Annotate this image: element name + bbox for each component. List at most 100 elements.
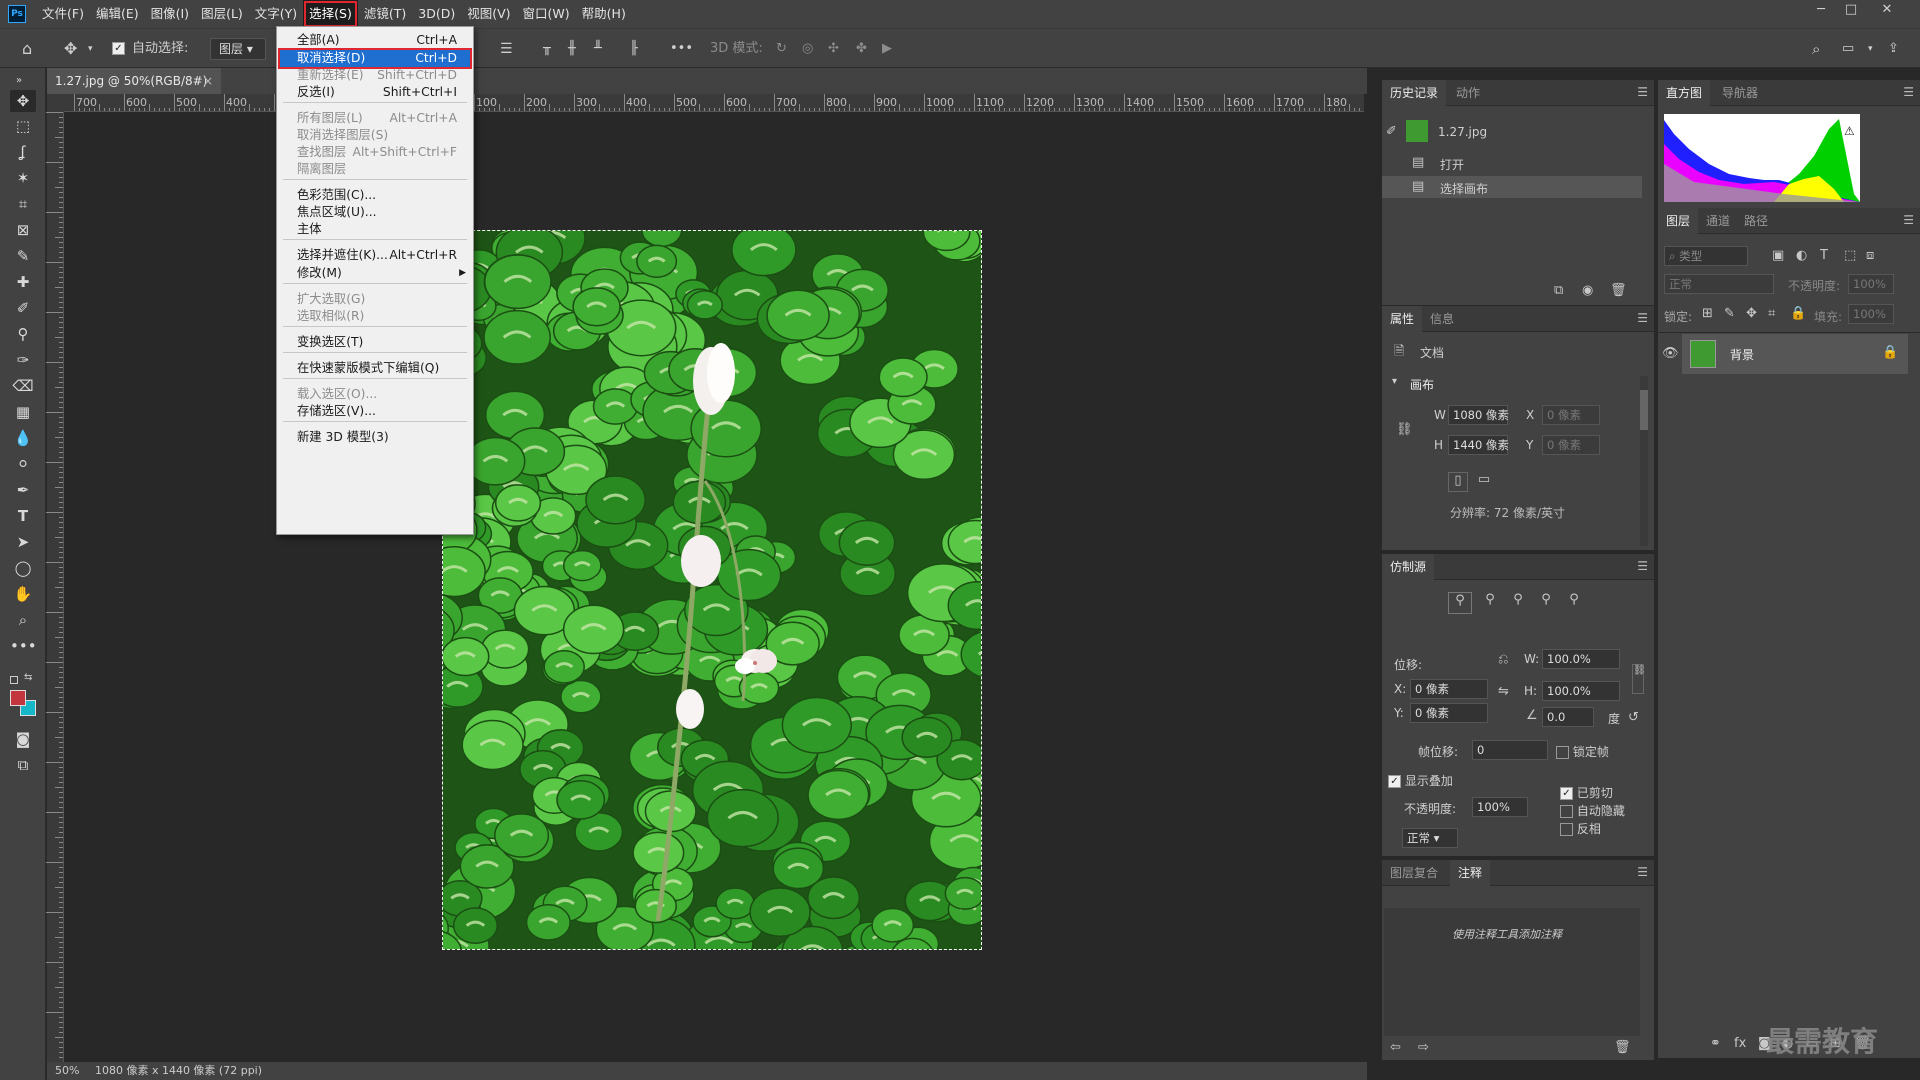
3d-scale-icon[interactable]: ▶ xyxy=(882,37,892,61)
section-collapse-icon[interactable]: ▾ xyxy=(1392,376,1397,387)
tab-histogram[interactable]: 直方图 xyxy=(1658,80,1711,106)
menu-layer[interactable]: 图层(L) xyxy=(195,0,249,28)
tab-actions[interactable]: 动作 xyxy=(1448,80,1488,106)
3d-pan-icon[interactable]: ✣ xyxy=(828,37,839,61)
lasso-tool-icon[interactable]: ʆ xyxy=(10,141,36,163)
layer-style-icon[interactable]: fx xyxy=(1734,1036,1746,1051)
menu-image[interactable]: 图像(I) xyxy=(145,0,195,28)
eraser-tool-icon[interactable]: ⌫ xyxy=(10,375,36,397)
frame-tool-icon[interactable]: ⊠ xyxy=(10,219,36,241)
clone-source-5-icon[interactable]: ⚲ xyxy=(1562,592,1586,607)
canvas-y-input[interactable]: 0 像素 xyxy=(1542,435,1600,455)
workspace-chevron-icon[interactable]: ▾ xyxy=(1868,37,1873,61)
layer-visibility-eye-icon[interactable]: 👁 xyxy=(1662,346,1679,361)
lock-all-icon[interactable]: 🔒 xyxy=(1790,306,1806,321)
previous-note-icon[interactable]: ⇦ xyxy=(1390,1040,1401,1055)
select-menu-item[interactable]: 修改(M) ▶ xyxy=(278,263,472,284)
show-overlay-checkbox[interactable]: ✓ xyxy=(1388,775,1401,788)
lock-transparent-icon[interactable]: ⊞ xyxy=(1702,306,1713,321)
hand-tool-icon[interactable]: ✋ xyxy=(10,583,36,605)
blend-mode-dropdown[interactable]: 正常 xyxy=(1664,274,1774,294)
distribute-h-icon[interactable]: ╟ xyxy=(630,37,638,61)
lock-frame-checkbox[interactable] xyxy=(1556,746,1569,759)
frame-offset-input[interactable]: 0 xyxy=(1472,740,1548,760)
workspace-icon[interactable]: ▭ xyxy=(1842,37,1854,61)
menu-help[interactable]: 帮助(H) xyxy=(576,0,632,28)
canvas-x-input[interactable]: 0 像素 xyxy=(1542,405,1600,425)
panel-menu-icon[interactable]: ☰ xyxy=(1637,311,1648,325)
tab-notes[interactable]: 注释 xyxy=(1450,860,1491,886)
ruler-origin[interactable] xyxy=(47,94,64,112)
clone-source-3-icon[interactable]: ⚲ xyxy=(1506,592,1530,607)
select-menu-item[interactable]: 存储选区(V)... xyxy=(278,401,472,422)
move-tool-icon[interactable]: ✥ xyxy=(10,90,36,112)
invert-checkbox[interactable] xyxy=(1560,823,1573,836)
3d-orbit-icon[interactable]: ↻ xyxy=(776,37,787,61)
select-menu-item[interactable]: 主体 xyxy=(278,219,472,240)
menu-type[interactable]: 文字(Y) xyxy=(249,0,303,28)
canvas-width-input[interactable]: 1080 像素 xyxy=(1448,405,1509,425)
portrait-orientation-icon[interactable]: ▯ xyxy=(1448,472,1468,492)
auto-select-target-dropdown[interactable]: 图层 ▾ xyxy=(210,38,266,60)
dodge-tool-icon[interactable]: ⚪ xyxy=(10,453,36,475)
foreground-color-swatch[interactable] xyxy=(10,690,26,706)
select-menu-item[interactable]: 变换选区(T) xyxy=(278,332,472,353)
history-step-current[interactable]: ▤ 选择画布 xyxy=(1382,176,1642,198)
tab-info[interactable]: 信息 xyxy=(1422,306,1462,332)
next-note-icon[interactable]: ⇨ xyxy=(1418,1040,1429,1055)
swap-colors-icon[interactable]: ⇆ xyxy=(24,672,32,683)
reset-transform-icon[interactable]: ⎌ xyxy=(1498,652,1508,667)
clipped-checkbox[interactable]: ✓ xyxy=(1560,787,1573,800)
layer-filter-dropdown[interactable]: ⌕ 类型 xyxy=(1664,246,1748,266)
history-step[interactable]: ▤ 打开 xyxy=(1382,152,1642,174)
home-icon[interactable]: ⌂ xyxy=(22,37,32,61)
menu-select[interactable]: 选择(S) xyxy=(303,0,358,28)
screen-mode-icon[interactable]: ⧉ xyxy=(10,754,36,776)
quick-mask-icon[interactable]: ◙ xyxy=(10,728,36,750)
snapshot-thumbnail[interactable] xyxy=(1406,120,1428,142)
filter-shape-icon[interactable]: ⬚ xyxy=(1844,248,1856,263)
clone-source-1-icon[interactable]: ⚲ xyxy=(1448,592,1472,614)
share-icon[interactable]: ⇪ xyxy=(1888,37,1899,61)
canvas-height-input[interactable]: 1440 像素 xyxy=(1448,435,1509,455)
menu-edit[interactable]: 编辑(E) xyxy=(90,0,145,28)
search-icon[interactable]: ⌕ xyxy=(1812,37,1820,61)
blur-tool-icon[interactable]: 💧 xyxy=(10,427,36,449)
flip-icon[interactable]: ⇋ xyxy=(1498,684,1509,699)
select-menu-item[interactable]: 在快速蒙版模式下编辑(Q) xyxy=(278,358,472,379)
new-snapshot-icon[interactable]: ◉ xyxy=(1582,283,1593,298)
clover-photo[interactable] xyxy=(442,230,982,950)
link-dimensions-icon[interactable]: ⛓ xyxy=(1396,422,1413,437)
layer-lock-icon[interactable]: 🔒 xyxy=(1882,345,1898,360)
magic-wand-tool-icon[interactable]: ✶ xyxy=(10,167,36,189)
panel-menu-icon[interactable]: ☰ xyxy=(1637,559,1648,573)
snapshot-label[interactable]: 1.27.jpg xyxy=(1438,125,1487,139)
filter-adjustment-icon[interactable]: ◐ xyxy=(1796,248,1807,263)
type-tool-icon[interactable]: T xyxy=(10,505,36,527)
lock-artboard-icon[interactable]: ⌗ xyxy=(1768,306,1775,321)
align-top-icon[interactable]: ╥ xyxy=(543,37,551,61)
tab-navigator[interactable]: 导航器 xyxy=(1714,80,1766,106)
marquee-tool-icon[interactable]: ⬚ xyxy=(10,115,36,137)
auto-hide-checkbox[interactable] xyxy=(1560,805,1573,818)
close-tab-icon[interactable]: × xyxy=(203,68,213,94)
pen-tool-icon[interactable]: ✒ xyxy=(10,479,36,501)
clone-source-2-icon[interactable]: ⚲ xyxy=(1478,592,1502,607)
tab-layers[interactable]: 图层 xyxy=(1658,208,1699,234)
vertical-ruler[interactable] xyxy=(46,112,64,1062)
panel-menu-icon[interactable]: ☰ xyxy=(1903,213,1914,227)
scale-w-input[interactable]: 100.0% xyxy=(1542,649,1620,669)
link-scale-icon[interactable]: ⛓ xyxy=(1632,664,1646,694)
tab-history[interactable]: 历史记录 xyxy=(1382,80,1447,106)
menu-view[interactable]: 视图(V) xyxy=(461,0,516,28)
default-colors-icon[interactable] xyxy=(10,676,18,684)
select-menu-item[interactable]: 反选(I) Shift+Ctrl+I xyxy=(278,82,472,103)
minimize-button[interactable]: ─ xyxy=(1806,0,1836,22)
tab-channels[interactable]: 通道 xyxy=(1698,208,1738,234)
eyedropper-tool-icon[interactable]: ✎ xyxy=(10,245,36,267)
tab-properties[interactable]: 属性 xyxy=(1382,306,1423,332)
path-selection-tool-icon[interactable]: ➤ xyxy=(10,531,36,553)
panel-menu-icon[interactable]: ☰ xyxy=(1637,85,1648,99)
fill-input[interactable]: 100% xyxy=(1848,304,1894,324)
history-brush-tool-icon[interactable]: ✑ xyxy=(10,349,36,371)
